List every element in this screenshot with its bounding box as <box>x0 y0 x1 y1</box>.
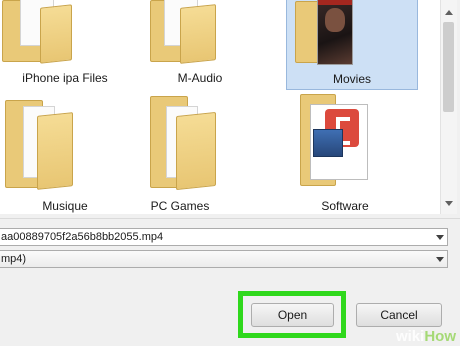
folder-label: Musique <box>42 199 88 213</box>
folder-icon <box>287 0 377 67</box>
software-box-icon <box>313 129 343 157</box>
folder-tile-software[interactable]: Software <box>280 94 410 213</box>
watermark-how: How <box>424 328 456 345</box>
open-button-highlight <box>238 291 346 338</box>
file-name-input[interactable]: aa00889705f2a56b8bb2055.mp4 <box>0 228 448 246</box>
folder-icon <box>300 94 380 188</box>
divider <box>0 218 460 219</box>
file-type-select[interactable]: mp4) <box>0 250 448 268</box>
folder-tile-iphone-ipa-files[interactable]: iPhone ipa Files <box>0 0 130 100</box>
watermark-wiki: wiki <box>395 328 425 345</box>
chevron-down-icon[interactable] <box>436 257 444 262</box>
scroll-down-arrow-icon[interactable] <box>445 201 453 206</box>
file-name-value: aa00889705f2a56b8bb2055.mp4 <box>1 231 164 243</box>
folder-tile-m-audio[interactable]: M-Audio <box>135 0 265 100</box>
folder-tile-pc-games[interactable]: PC Games <box>115 96 245 213</box>
folder-tile-musique[interactable]: Musique <box>0 100 130 213</box>
folder-label: PC Games <box>150 199 210 213</box>
folder-label: M-Audio <box>177 71 223 85</box>
folder-label: Software <box>321 199 369 213</box>
file-type-value: mp4) <box>1 253 27 265</box>
folder-label: Movies <box>332 72 371 86</box>
folder-icon <box>150 96 225 191</box>
wikihow-watermark: wikiHow <box>396 328 456 345</box>
chevron-down-icon[interactable] <box>436 235 444 240</box>
folder-icon <box>0 0 75 64</box>
scroll-thumb[interactable] <box>443 22 454 112</box>
file-list-pane[interactable]: iPhone ipa Files M-Audio Movies Musique <box>0 0 440 214</box>
folder-tile-movies[interactable]: Movies <box>286 0 418 90</box>
folder-icon <box>150 0 225 64</box>
vertical-scrollbar[interactable] <box>440 0 457 214</box>
scroll-up-arrow-icon[interactable] <box>445 10 453 15</box>
movie-poster-thumbnail <box>317 0 353 65</box>
document-thumbnail <box>310 104 368 180</box>
cancel-button[interactable]: Cancel <box>356 303 442 327</box>
folder-label: iPhone ipa Files <box>22 71 108 85</box>
folder-icon <box>5 100 80 190</box>
